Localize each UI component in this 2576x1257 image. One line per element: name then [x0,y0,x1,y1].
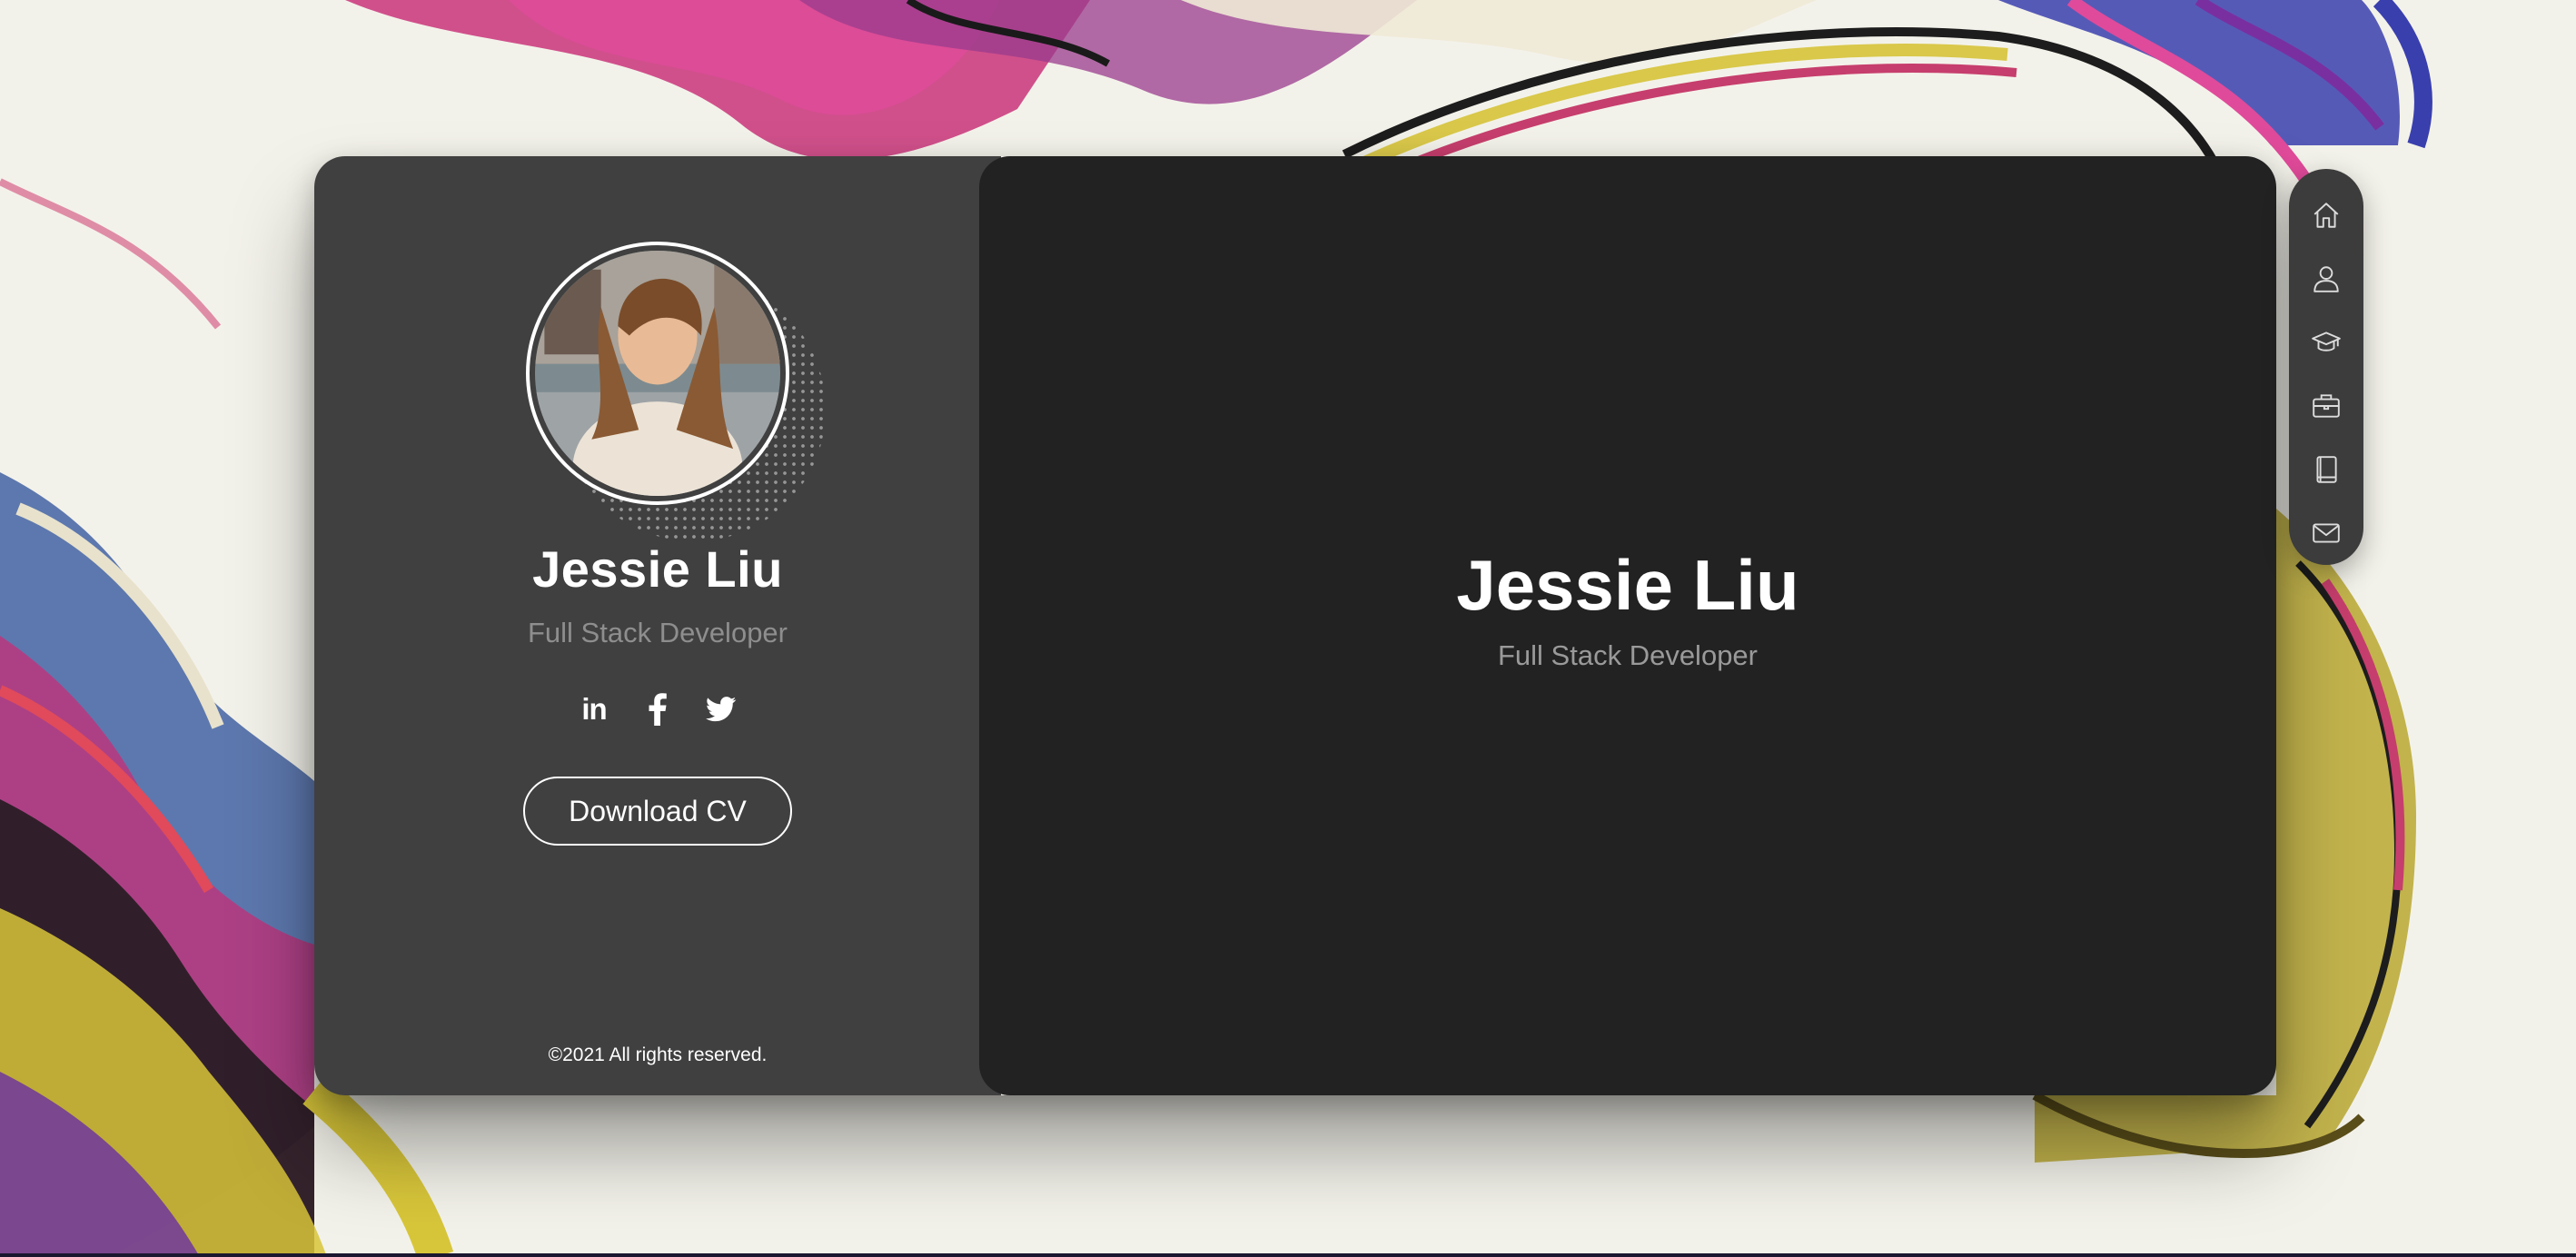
home-icon [2313,203,2339,228]
nav-portfolio[interactable] [2299,438,2353,501]
nav-home[interactable] [2299,183,2353,247]
avatar-photo [535,251,780,496]
briefcase-icon [2313,394,2340,418]
profile-name: Jessie Liu [532,540,783,598]
mail-icon [2313,523,2340,543]
graduation-cap-icon [2312,332,2341,351]
content-panel: Jessie Liu Full Stack Developer [979,156,2276,1095]
hero-role: Full Stack Developer [1497,638,1758,671]
nav-experience[interactable] [2299,374,2353,438]
copyright-text: ©2021 All rights reserved. [548,1044,768,1065]
book-icon [2316,456,2337,483]
hero-name: Jessie Liu [1456,544,1799,625]
nav-contact[interactable] [2299,501,2353,565]
avatar [526,242,789,505]
profile-panel: Jessie Liu Full Stack Developer in Downl… [314,156,1001,1095]
social-links: in [578,692,738,726]
nav-about[interactable] [2299,247,2353,311]
profile-role: Full Stack Developer [527,617,788,648]
portfolio-card: Jessie Liu Full Stack Developer in Downl… [314,156,2276,1095]
nav-education[interactable] [2299,311,2353,374]
facebook-icon[interactable] [641,693,674,726]
twitter-icon[interactable] [705,693,738,726]
side-navigation [2289,169,2363,565]
user-icon [2313,266,2339,292]
linkedin-icon[interactable]: in [578,692,610,726]
download-cv-button[interactable]: Download CV [523,777,792,846]
avatar-container [526,242,826,541]
bottom-border [0,1253,2576,1257]
